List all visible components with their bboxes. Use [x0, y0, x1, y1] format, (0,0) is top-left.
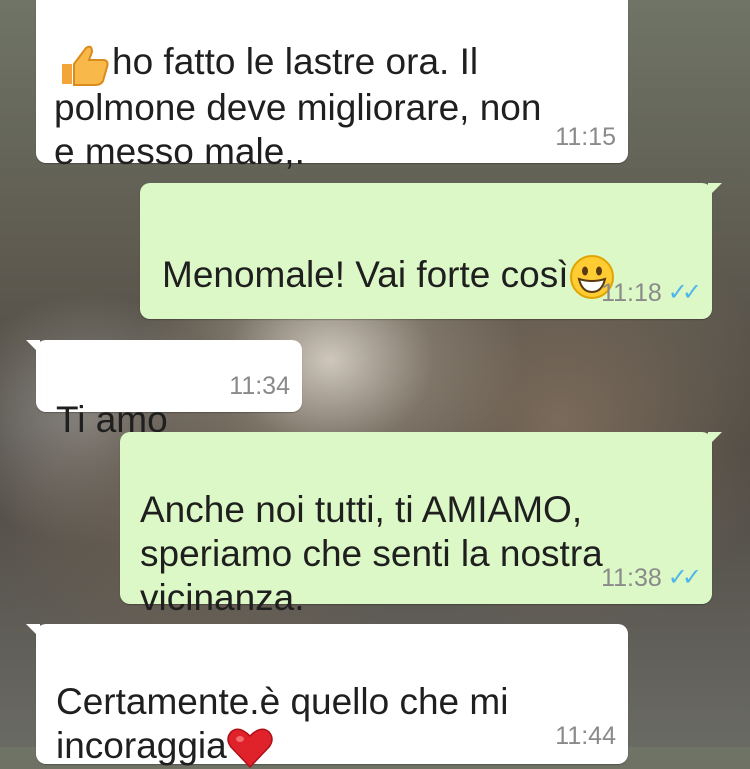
message-timestamp: 11:38 ✓✓ [601, 564, 702, 592]
message-incoming[interactable]: Certamente.è quello che mi incoraggia 11… [26, 624, 628, 769]
bubble-tail [708, 432, 722, 446]
message-incoming[interactable]: ho fatto le lastre ora. Il polmone deve … [36, 0, 628, 172]
message-outgoing[interactable]: Anche noi tutti, ti AMIAMO, speriamo che… [120, 432, 722, 618]
read-receipt-icon: ✓✓ [667, 564, 702, 591]
message-text: Ti amo [56, 399, 168, 440]
message-timestamp: 11:15 [555, 123, 616, 151]
message-incoming[interactable]: Ti amo 11:34 [26, 340, 302, 440]
red-heart-icon [226, 728, 273, 769]
chat-conversation: ho fatto le lastre ora. Il polmone deve … [0, 0, 750, 769]
message-outgoing[interactable]: Menomale! Vai forte così 11:18 ✓✓ [140, 183, 722, 319]
message-text: Certamente.è quello che mi incoraggia [56, 636, 616, 769]
read-receipt-icon: ✓✓ [667, 279, 702, 306]
message-text: Anche noi tutti, ti AMIAMO, speriamo che… [140, 489, 603, 618]
bubble-tail [26, 624, 40, 638]
bubble-tail [708, 183, 722, 197]
bubble-tail [26, 340, 40, 354]
message-timestamp: 11:34 [229, 372, 290, 400]
message-text: ho fatto le lastre ora. Il polmone deve … [54, 41, 542, 173]
thumbs-up-icon [62, 45, 109, 87]
message-timestamp: 11:44 [555, 722, 616, 750]
message-timestamp: 11:18 ✓✓ [601, 279, 702, 307]
